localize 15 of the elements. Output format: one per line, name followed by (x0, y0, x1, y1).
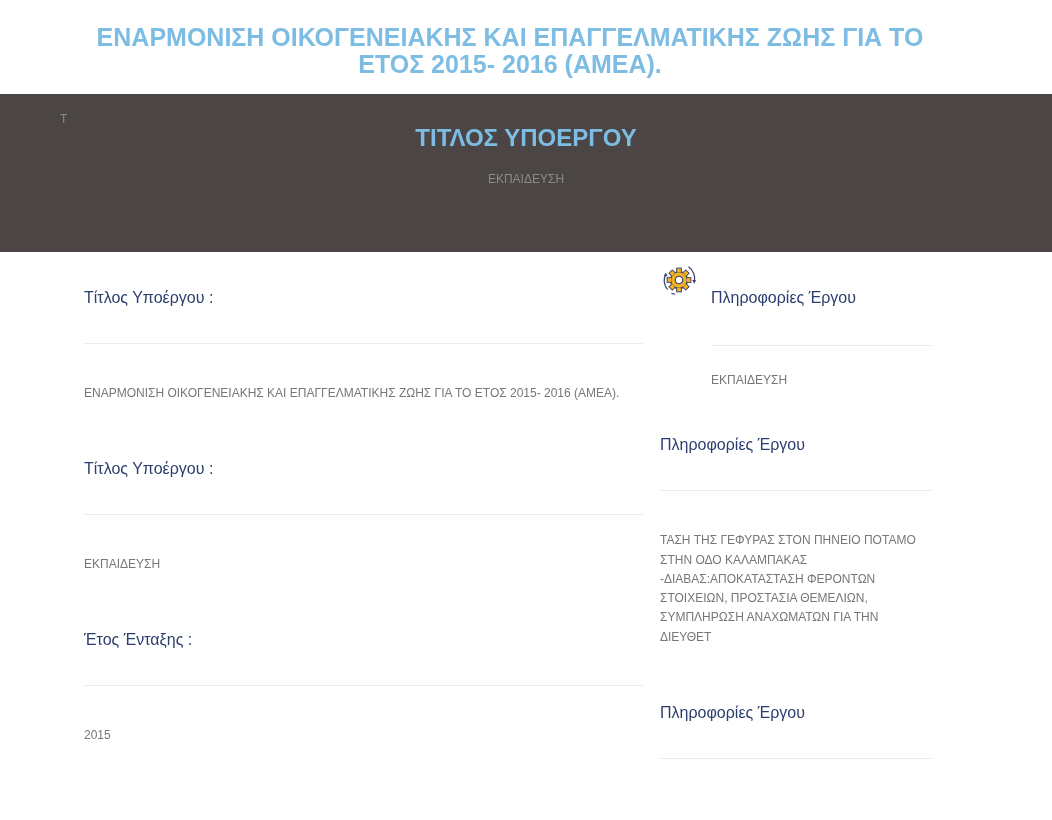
field-label: Έτος Ένταξης : (84, 629, 643, 686)
field-label: Τίτλος Υποέργου : (84, 287, 643, 344)
section-title: Πληροφορίες Έργου (660, 702, 932, 760)
section-value: ΕΚΠΑΙΔΕΥΣΗ (711, 372, 789, 389)
banner-subtitle: ΕΚΠΑΙΔΕΥΣΗ (487, 172, 565, 186)
field-value: 2015 (84, 727, 112, 743)
banner-title: ΤΙΤΛΟΣ ΥΠΟΕΡΓΟΥ (415, 124, 637, 152)
field-label: Τίτλος Υποέργου : (84, 458, 643, 515)
banner-letter: Τ (60, 112, 68, 126)
field-value: ΕΝΑΡΜΟΝΙΣΗ ΟΙΚΟΓΕΝΕΙΑΚΗΣ ΚΑΙ ΕΠΑΓΓΕΛΜΑΤΙΚΗΣ ΖΩΗΣ ΓΙΑ ΤΟ ΕΤΟΣ 2015- 2016 (ΑΜΕΑ). (84, 385, 621, 401)
field-value: ΕΚΠΑΙΔΕΥΣΗ (84, 556, 162, 572)
section-value: ΤΑΣΗ ΤΗΣ ΓΕΦΥΡΑΣ ΣΤΟΝ ΠΗΝΕΙΟ ΠΟΤΑΜΟ ΣΤΗΝ ΟΔΟ ΚΑΛΑΜΠΑΚΑΣ -ΔΙΑΒΑΣ:ΑΠΟΚΑΤΑΣΤΑΣΗ ΦΕΡΟΝΤΩΝ ΣΤΟΙΧΕΙΩΝ, ΠΡΟΣΤΑΣΙΑ ΘΕΜΕΛΙΩΝ, ΣΥΜΠΛΗΡΩΣΗ ΑΝΑΧΩΜΑΤΩΝ ΓΙΑ ΤΗΝ ΔΙΕΥΘΕΤ (660, 532, 917, 646)
page-title: ΕΝΑΡΜΟΝΙΣΗ ΟΙΚΟΓΕΝΕΙΑΚΗΣ ΚΑΙ ΕΠΑΓΓΕΛΜΑΤΙΚΗΣ ΖΩΗΣ ΓΙΑ ΤΟ ΕΤΟΣ 2015- 2016 (ΑΜΕΑ). (95, 22, 925, 80)
section-title: Πληροφορίες Έργου (711, 287, 932, 346)
section-title: Πληροφορίες Έργου (660, 434, 932, 492)
